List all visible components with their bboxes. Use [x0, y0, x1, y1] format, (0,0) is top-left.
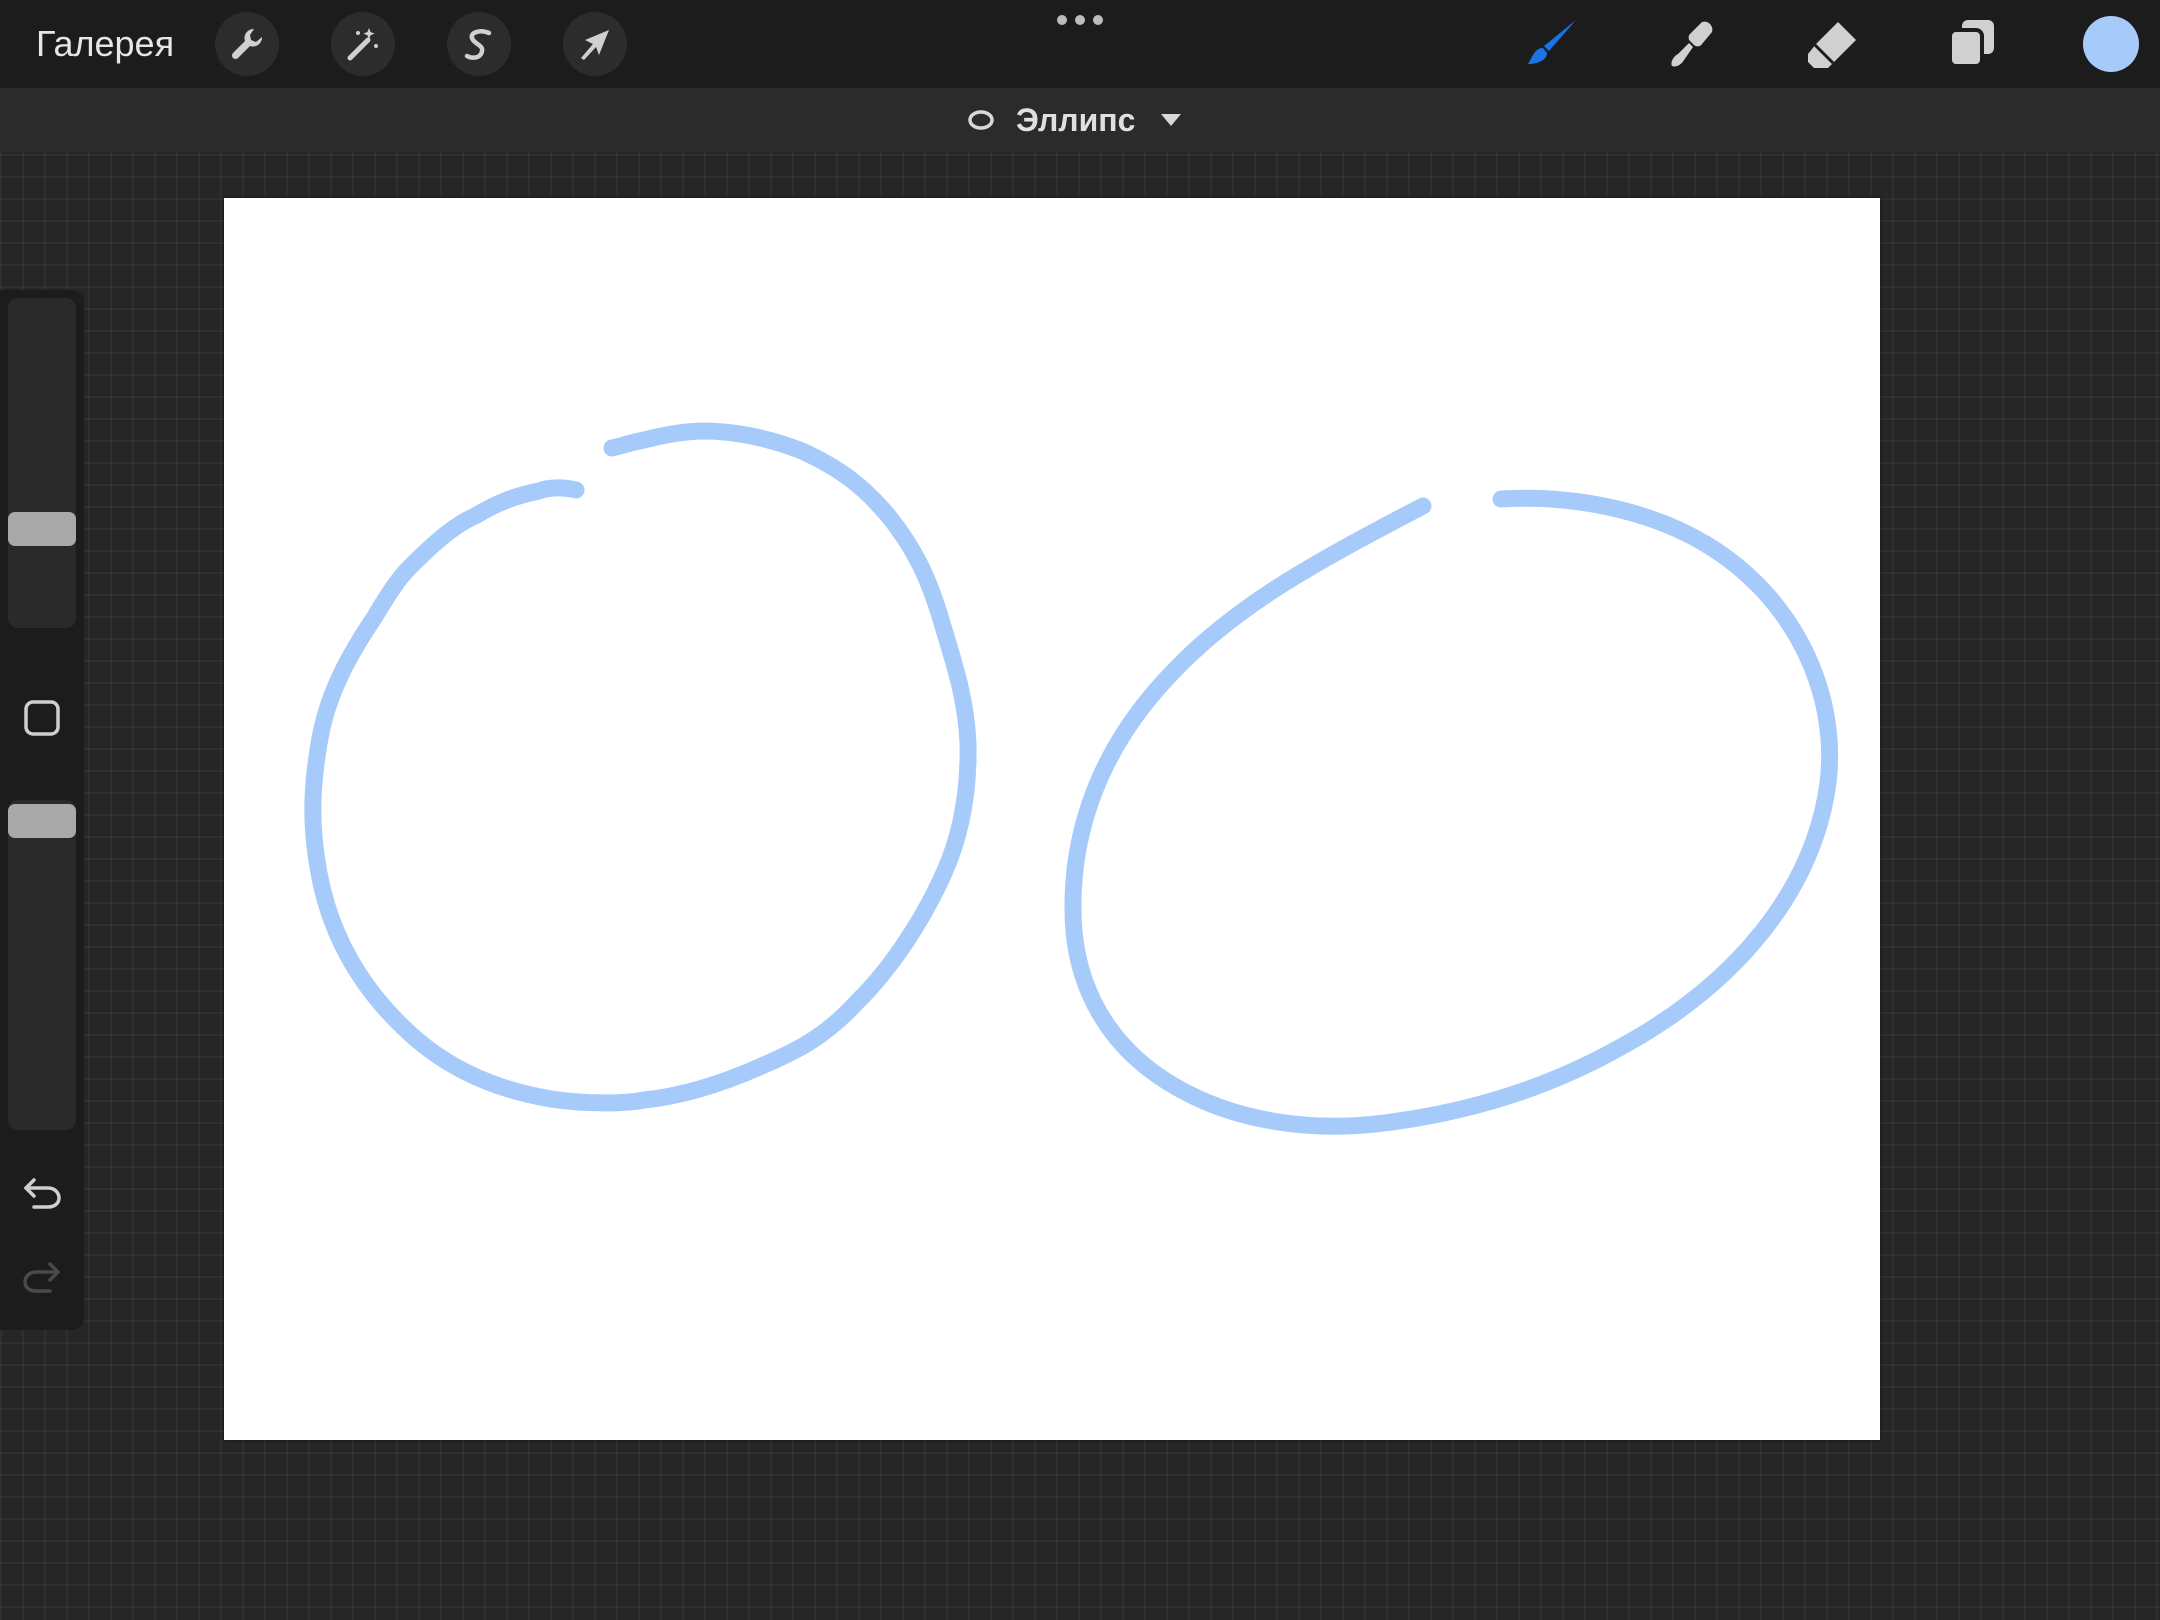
arrow-cursor-icon	[581, 30, 609, 60]
drawing-canvas[interactable]	[224, 198, 1880, 1440]
square-outline-icon	[24, 700, 60, 736]
ellipsis-dot	[1075, 15, 1085, 25]
actions-button[interactable]	[215, 12, 279, 76]
opacity-slider[interactable]	[8, 800, 76, 1130]
modify-button[interactable]	[22, 698, 62, 738]
redo-button[interactable]	[20, 1254, 64, 1298]
brush-size-handle[interactable]	[8, 512, 76, 546]
opacity-handle[interactable]	[8, 804, 76, 838]
redo-arrow-icon	[23, 1262, 60, 1293]
wrench-icon	[231, 28, 263, 60]
eraser-icon	[1808, 22, 1856, 68]
ellipsis-dot	[1093, 15, 1103, 25]
gallery-button[interactable]: Галерея	[36, 22, 174, 66]
left-sidebar	[0, 290, 84, 1330]
shape-selector[interactable]: Эллипс	[964, 88, 1183, 152]
magic-wand-icon	[347, 28, 378, 61]
color-picker-button[interactable]	[2083, 16, 2139, 72]
adjustments-button[interactable]	[331, 12, 395, 76]
brush-size-slider[interactable]	[8, 298, 76, 628]
selection-button[interactable]	[447, 12, 511, 76]
smudge-tool-button[interactable]	[1658, 10, 1726, 78]
undo-arrow-icon	[24, 1178, 61, 1209]
freehand-circle-stroke	[304, 422, 977, 1112]
ellipse-icon	[968, 110, 994, 130]
eraser-tool-button[interactable]	[1798, 10, 1866, 78]
layers-icon	[1948, 20, 1994, 68]
canvas-strokes	[304, 422, 1839, 1135]
shape-label: Эллипс	[1016, 101, 1136, 138]
selection-s-icon	[464, 29, 492, 60]
layers-button[interactable]	[1938, 10, 2006, 78]
smudge-icon	[1671, 21, 1713, 67]
transform-button[interactable]	[563, 12, 627, 76]
caret-down-icon	[1161, 114, 1182, 126]
more-options-button[interactable]	[1057, 12, 1103, 28]
undo-button[interactable]	[20, 1170, 64, 1214]
brush-icon	[1528, 20, 1576, 64]
paint-tool-button[interactable]	[1518, 10, 1586, 78]
quickshape-ellipse-stroke	[1064, 489, 1839, 1135]
ellipsis-dot	[1057, 15, 1067, 25]
